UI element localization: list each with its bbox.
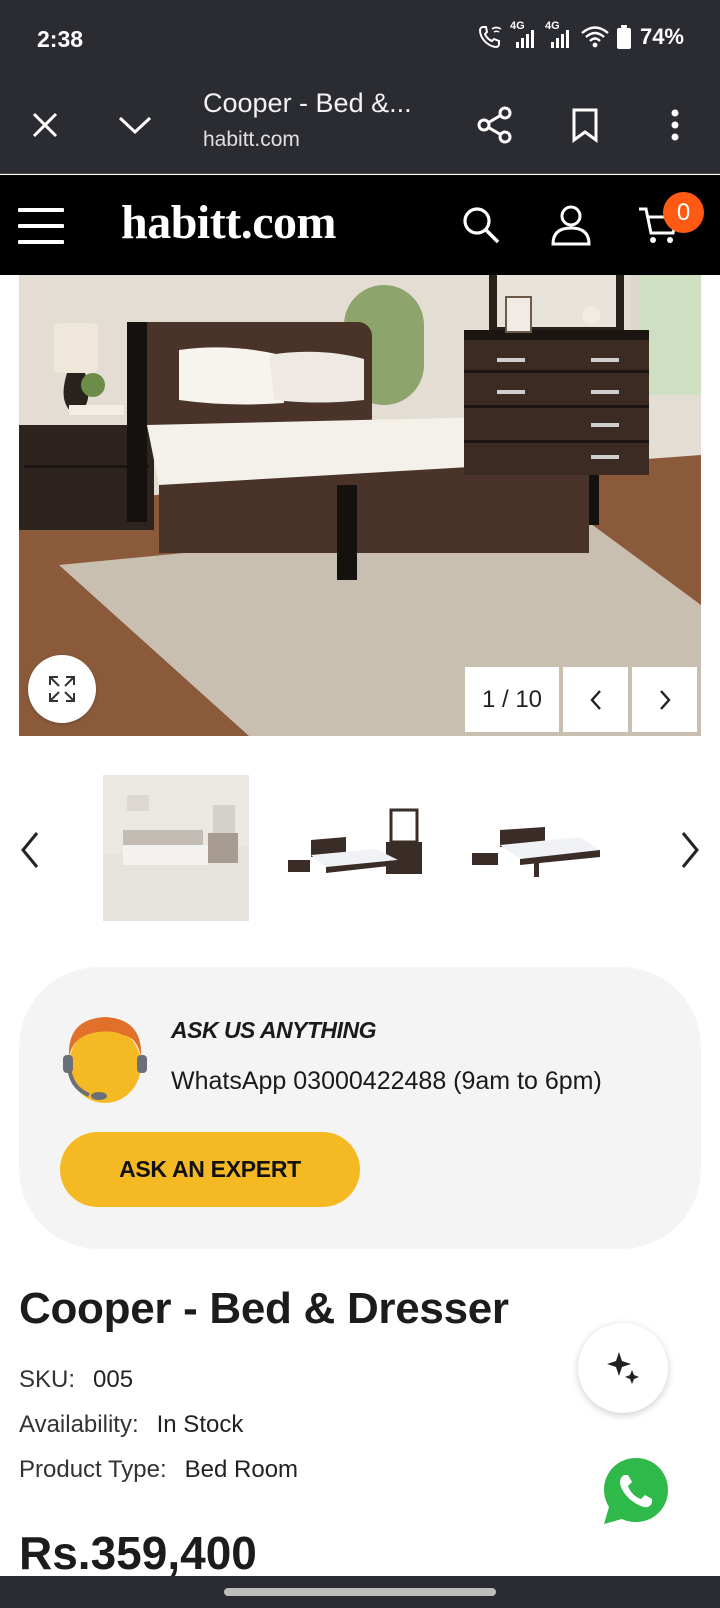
thumbnail-3[interactable] <box>470 775 616 921</box>
whatsapp-button[interactable] <box>600 1455 672 1527</box>
expand-image-button[interactable] <box>28 655 96 723</box>
sku-row: SKU: 005 <box>19 1366 133 1394</box>
chevron-down-icon[interactable] <box>110 100 160 150</box>
sku-value: 005 <box>93 1366 134 1393</box>
signal-4g-icon-2: 4G <box>545 20 573 50</box>
thumbs-prev-button[interactable] <box>10 820 50 880</box>
availability-label: Availability: <box>19 1411 139 1438</box>
share-icon[interactable] <box>470 100 520 150</box>
signal-4g-icon-1: 4G <box>510 20 538 50</box>
next-image-button[interactable] <box>632 667 697 732</box>
ask-expert-button[interactable]: ASK AN EXPERT <box>60 1132 360 1207</box>
chevron-left-icon <box>589 689 601 710</box>
page-url[interactable]: habitt.com <box>203 128 300 152</box>
whatsapp-icon <box>604 1458 668 1524</box>
ask-whatsapp-line: WhatsApp 03000422488 (9am to 6pm) <box>171 1067 602 1095</box>
page-title[interactable]: Cooper - Bed &... <box>203 88 412 119</box>
ai-assistant-button[interactable] <box>578 1323 668 1413</box>
image-counter: 1 / 10 <box>465 667 559 732</box>
thumbnail-2[interactable] <box>286 775 432 921</box>
support-agent-icon <box>59 1007 151 1107</box>
product-type-row: Product Type: Bed Room <box>19 1456 298 1484</box>
account-icon[interactable] <box>547 201 595 249</box>
close-icon[interactable] <box>20 100 70 150</box>
browser-toolbar: Cooper - Bed &... habitt.com <box>0 80 720 174</box>
wifi-call-icon <box>478 26 502 49</box>
search-icon[interactable] <box>457 201 505 249</box>
chevron-left-icon <box>21 832 39 868</box>
more-vert-icon[interactable] <box>650 100 700 150</box>
status-icons: 4G 4G 74% <box>477 20 684 50</box>
product-title: Cooper - Bed & Dresser <box>19 1284 509 1333</box>
battery-icon <box>616 25 631 49</box>
battery-percent: 74% <box>639 24 684 49</box>
chevron-right-icon <box>659 689 671 710</box>
site-header: habitt.com <box>0 175 720 275</box>
product-type-value: Bed Room <box>184 1456 299 1483</box>
wifi-icon <box>581 26 609 48</box>
status-time: 2:38 <box>37 26 84 52</box>
sku-label: SKU: <box>19 1366 76 1393</box>
availability-row: Availability: In Stock <box>19 1411 243 1439</box>
site-logo[interactable]: habitt.com <box>121 195 336 250</box>
thumbs-next-button[interactable] <box>670 820 710 880</box>
ask-title: ASK US ANYTHING <box>171 1017 377 1043</box>
sparkle-icon <box>607 1352 639 1384</box>
availability-value: In Stock <box>156 1411 244 1438</box>
prev-image-button[interactable] <box>563 667 628 732</box>
product-type-label: Product Type: <box>19 1456 167 1483</box>
thumbnail-1[interactable] <box>103 775 249 921</box>
home-gesture-handle[interactable] <box>224 1588 496 1596</box>
cart-count-badge: 0 <box>663 192 704 233</box>
system-nav-bar <box>0 1576 720 1608</box>
status-bar: 2:38 4G 4G 74% <box>0 0 720 80</box>
menu-icon[interactable] <box>18 208 64 244</box>
chevron-right-icon <box>681 832 699 868</box>
expand-icon <box>49 676 75 702</box>
bookmark-icon[interactable] <box>560 100 610 150</box>
product-price: Rs.359,400 <box>19 1527 257 1579</box>
